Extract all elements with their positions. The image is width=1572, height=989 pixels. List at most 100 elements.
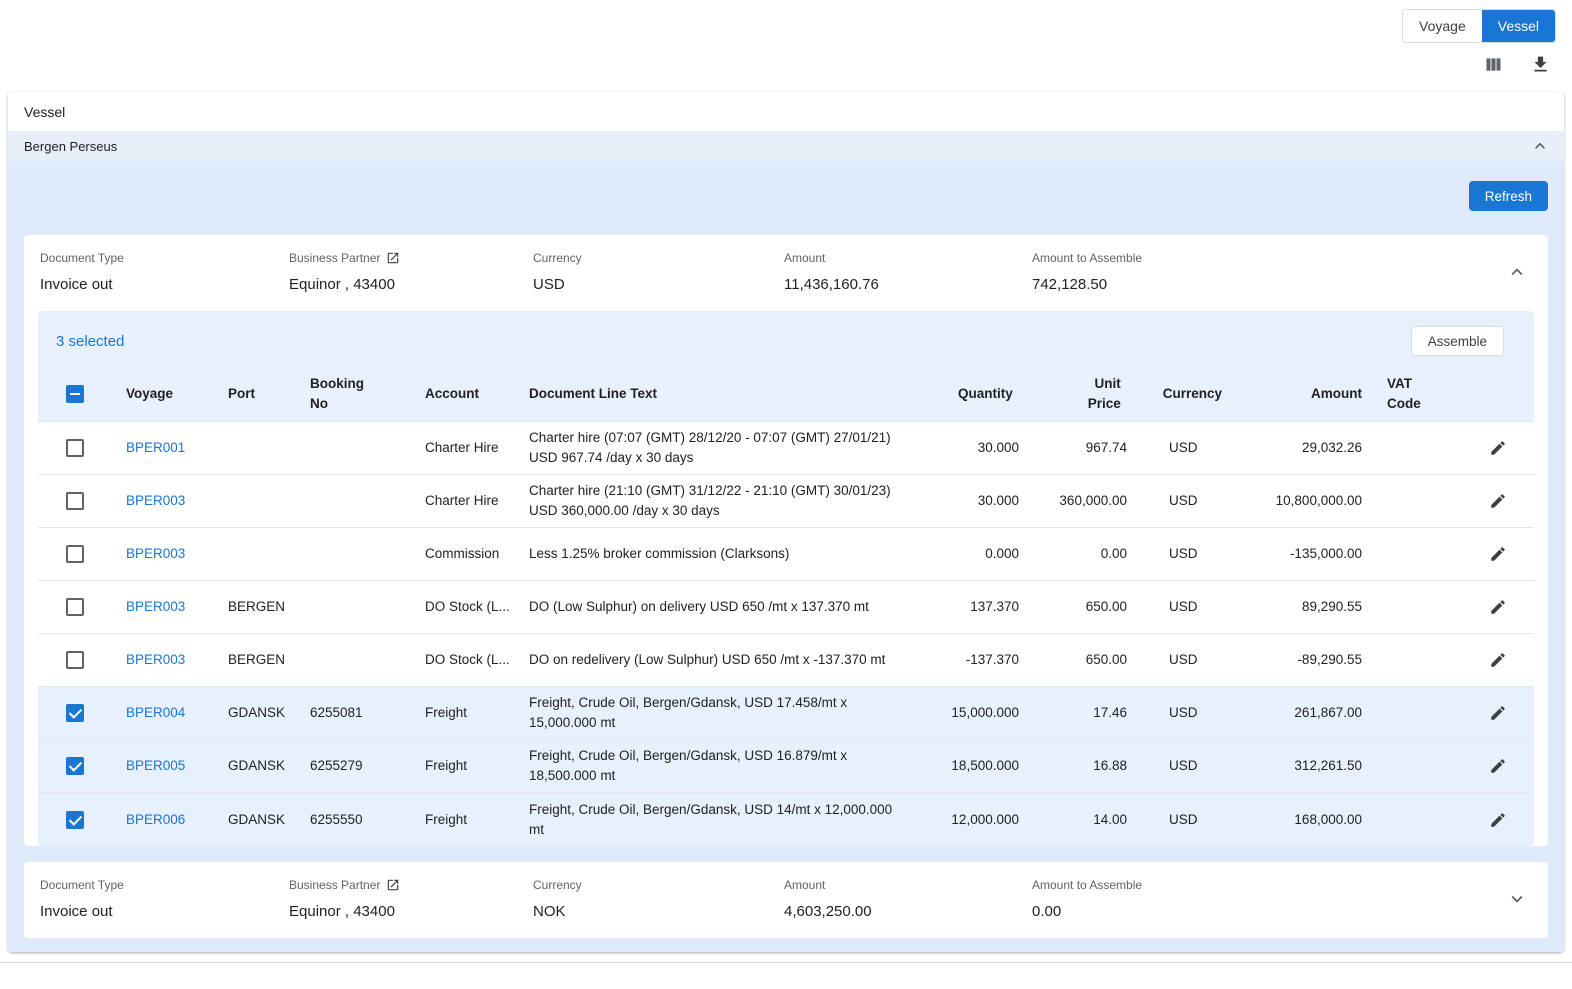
vat-code-cell xyxy=(1362,601,1462,613)
vessel-card: Vessel Bergen Perseus Refresh Document T… xyxy=(8,92,1564,952)
row-checkbox[interactable] xyxy=(38,592,126,622)
voyage-link[interactable]: BPER003 xyxy=(126,493,185,508)
field-label: Business Partner xyxy=(289,878,380,892)
expand-group-button[interactable] xyxy=(1502,884,1532,914)
voyage-link[interactable]: BPER004 xyxy=(126,705,185,720)
voyage-link[interactable]: BPER003 xyxy=(126,652,185,667)
header-edit xyxy=(1462,388,1534,400)
quantity-cell: 18,500.000 xyxy=(929,750,1019,782)
bottom-divider xyxy=(0,962,1572,963)
header-account: Account xyxy=(425,378,529,410)
edit-button[interactable] xyxy=(1486,808,1510,832)
table-row: BPER003 Charter Hire Charter hire (21:10… xyxy=(38,475,1534,528)
field-value: Invoice out xyxy=(40,903,279,920)
amount-cell: 89,290.55 xyxy=(1222,591,1362,623)
refresh-button[interactable]: Refresh xyxy=(1469,181,1548,211)
field-amount: Amount 4,603,250.00 xyxy=(784,878,1032,920)
download-icon xyxy=(1530,54,1551,75)
header-port: Port xyxy=(228,378,310,410)
edit-button[interactable] xyxy=(1486,542,1510,566)
account-cell: DO Stock (L... xyxy=(425,591,529,623)
voyage-toggle-button[interactable]: Voyage xyxy=(1403,10,1482,42)
currency-cell: USD xyxy=(1127,644,1222,676)
refresh-row: Refresh xyxy=(24,181,1548,211)
top-bar: Voyage Vessel xyxy=(0,0,1572,43)
quantity-cell: 15,000.000 xyxy=(929,697,1019,729)
field-label: Business Partner xyxy=(289,251,380,265)
edit-pencil-icon xyxy=(1489,704,1507,722)
chevron-up-icon[interactable] xyxy=(1530,136,1550,156)
field-label: Document Type xyxy=(40,878,279,892)
unit-price-cell: 650.00 xyxy=(1019,591,1127,623)
download-button[interactable] xyxy=(1527,51,1554,78)
header-currency: Currency xyxy=(1121,378,1222,410)
port-cell: GDANSK xyxy=(228,804,310,836)
collapse-group-button[interactable] xyxy=(1502,257,1532,287)
edit-button[interactable] xyxy=(1486,436,1510,460)
assemble-button[interactable]: Assemble xyxy=(1411,326,1504,356)
row-checkbox[interactable] xyxy=(38,805,126,835)
edit-button[interactable] xyxy=(1486,595,1510,619)
select-all-checkbox[interactable] xyxy=(38,379,126,409)
booking-no-cell xyxy=(310,654,425,666)
account-cell: Charter Hire xyxy=(425,485,529,517)
voyage-link[interactable]: BPER003 xyxy=(126,546,185,561)
field-value: 11,436,160.76 xyxy=(784,276,1022,293)
edit-button[interactable] xyxy=(1486,701,1510,725)
row-checkbox[interactable] xyxy=(38,433,126,463)
invoice-lines-table: Voyage Port Booking No Account Document … xyxy=(38,367,1534,846)
amount-cell: 168,000.00 xyxy=(1222,804,1362,836)
row-checkbox[interactable] xyxy=(38,486,126,516)
booking-no-cell: 6255081 xyxy=(310,697,425,729)
header-amount: Amount xyxy=(1222,378,1362,410)
account-cell: Freight xyxy=(425,697,529,729)
table-row: BPER005 GDANSK 6255279 Freight Freight, … xyxy=(38,740,1534,793)
currency-cell: USD xyxy=(1127,591,1222,623)
document-line-text-cell: Freight, Crude Oil, Bergen/Gdansk, USD 1… xyxy=(529,794,929,845)
chevron-up-icon xyxy=(1506,261,1528,283)
voyage-link[interactable]: BPER006 xyxy=(126,812,185,827)
voyage-link[interactable]: BPER005 xyxy=(126,758,185,773)
unit-price-cell: 14.00 xyxy=(1019,804,1127,836)
vat-code-cell xyxy=(1362,442,1462,454)
edit-button[interactable] xyxy=(1486,648,1510,672)
quantity-cell: 30.000 xyxy=(929,432,1019,464)
document-line-text-cell: DO on redelivery (Low Sulphur) USD 650 /… xyxy=(529,644,929,676)
quantity-cell: 137.370 xyxy=(929,591,1019,623)
vessel-group-title: Bergen Perseus xyxy=(24,139,117,154)
field-business-partner: Business Partner Equinor , 43400 xyxy=(289,878,533,920)
amount-cell: -89,290.55 xyxy=(1222,644,1362,676)
open-in-new-icon[interactable] xyxy=(386,878,400,892)
booking-no-cell xyxy=(310,601,425,613)
unit-price-cell: 17.46 xyxy=(1019,697,1127,729)
row-checkbox[interactable] xyxy=(38,645,126,675)
booking-no-cell xyxy=(310,442,425,454)
voyage-link[interactable]: BPER001 xyxy=(126,440,185,455)
edit-button[interactable] xyxy=(1486,754,1510,778)
field-value: 4,603,250.00 xyxy=(784,903,1022,920)
edit-button[interactable] xyxy=(1486,489,1510,513)
port-cell: GDANSK xyxy=(228,750,310,782)
field-value: Equinor , 43400 xyxy=(289,903,523,920)
field-label: Amount xyxy=(784,251,1022,265)
field-label: Amount xyxy=(784,878,1022,892)
vessel-toggle-button[interactable]: Vessel xyxy=(1482,10,1555,42)
toolbar-icon-row xyxy=(0,43,1572,82)
open-in-new-icon[interactable] xyxy=(386,251,400,265)
unit-price-cell: 360,000.00 xyxy=(1019,485,1127,517)
voyage-link[interactable]: BPER003 xyxy=(126,599,185,614)
table-row: BPER006 GDANSK 6255550 Freight Freight, … xyxy=(38,793,1534,846)
vat-code-cell xyxy=(1362,495,1462,507)
row-checkbox[interactable] xyxy=(38,751,126,781)
currency-cell: USD xyxy=(1127,538,1222,570)
document-group-nok: Document Type Invoice out Business Partn… xyxy=(24,862,1548,938)
edit-pencil-icon xyxy=(1489,598,1507,616)
columns-button[interactable] xyxy=(1480,51,1507,78)
checkbox-icon xyxy=(66,704,84,722)
indeterminate-checkbox-icon xyxy=(66,385,84,403)
vat-code-cell xyxy=(1362,707,1462,719)
row-checkbox[interactable] xyxy=(38,539,126,569)
table-row: BPER003 Commission Less 1.25% broker com… xyxy=(38,528,1534,581)
row-checkbox[interactable] xyxy=(38,698,126,728)
vessel-group-header[interactable]: Bergen Perseus xyxy=(8,131,1564,161)
